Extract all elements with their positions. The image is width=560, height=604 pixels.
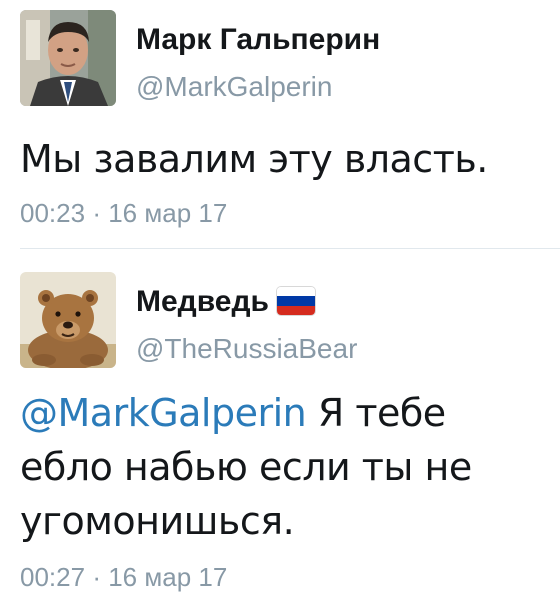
flag-stripe-white (276, 287, 315, 297)
man-portrait-icon (20, 10, 116, 106)
user-handle[interactable]: @MarkGalperin (136, 70, 332, 104)
russia-flag-icon (276, 287, 315, 316)
flag-stripe-blue (276, 296, 315, 306)
tweet-text: Мы завалим эту власть. (20, 137, 488, 181)
tweet-text: @MarkGalperin Я тебе ебло набью если ты … (20, 386, 540, 548)
meta-separator: · (92, 562, 101, 592)
avatar[interactable] (20, 10, 116, 106)
flag-stripe-red (276, 305, 315, 316)
tweet-date: 16 мар 17 (108, 198, 228, 228)
display-name[interactable]: Медведь (136, 284, 315, 320)
display-name[interactable]: Марк Гальперин (136, 22, 380, 58)
tweet-divider (20, 248, 560, 249)
tweet-timestamp[interactable]: 00:23 · 16 мар 17 (20, 198, 227, 228)
display-name-text: Медведь (136, 285, 269, 318)
tweet-time: 00:27 (20, 562, 86, 592)
tweet-date: 16 мар 17 (108, 562, 228, 592)
bear-photo-icon (20, 272, 116, 368)
user-handle[interactable]: @TheRussiaBear (136, 332, 357, 366)
mention-link[interactable]: @MarkGalperin (20, 391, 307, 435)
tweet-timestamp[interactable]: 00:27 · 16 мар 17 (20, 562, 227, 592)
tweet[interactable]: Медведь @TheRussiaBear @MarkGalperin Я т… (0, 250, 560, 604)
tweet-time: 00:23 (20, 198, 86, 228)
tweet[interactable]: Марк Гальперин @MarkGalperin Мы завалим … (0, 0, 560, 250)
avatar[interactable] (20, 272, 116, 368)
meta-separator: · (92, 198, 101, 228)
